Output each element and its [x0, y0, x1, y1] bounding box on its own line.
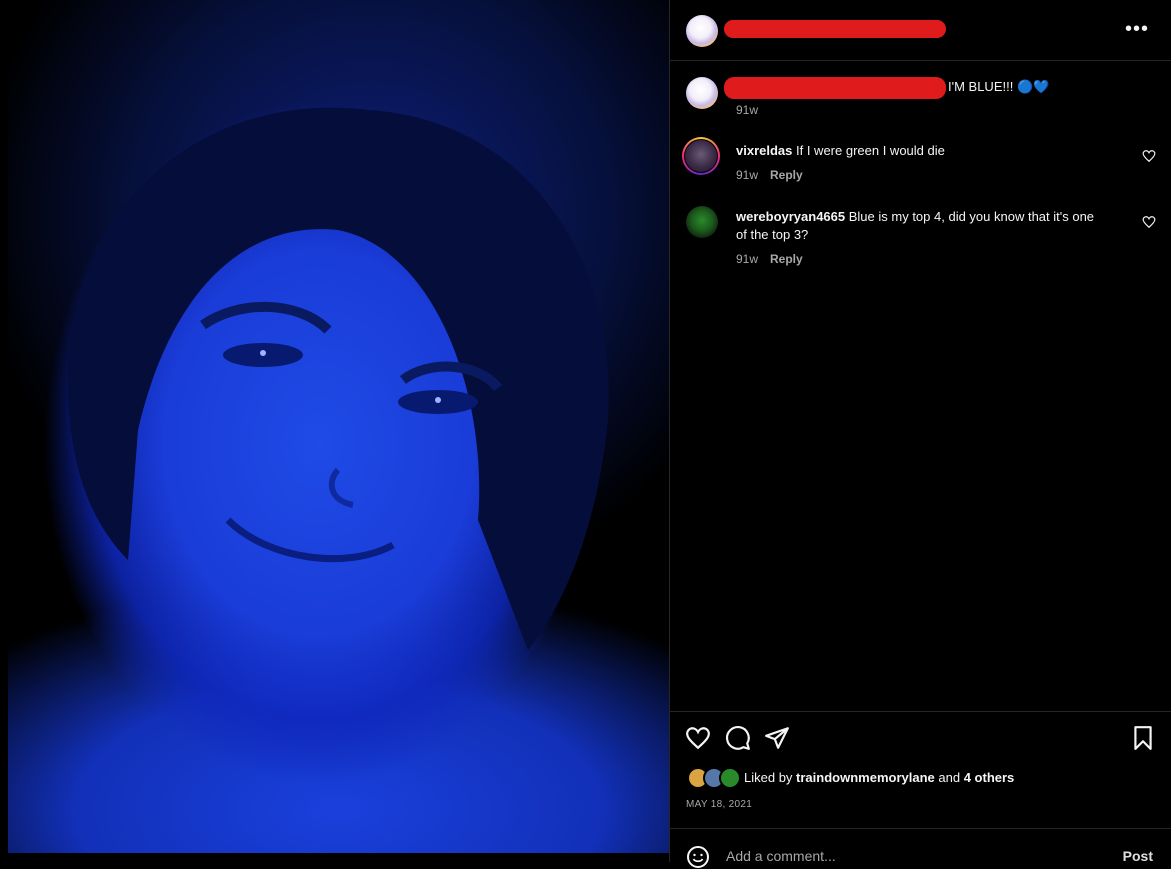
post-header: •••	[670, 0, 1171, 61]
post-photo[interactable]	[8, 0, 669, 853]
share-send-icon[interactable]	[764, 725, 790, 751]
photo-figure	[68, 107, 609, 651]
liker-avatar[interactable]	[719, 767, 741, 789]
comment-bubble-icon[interactable]	[725, 725, 751, 751]
comment-meta: 91w Reply	[736, 252, 803, 266]
author-avatar[interactable]	[686, 15, 718, 47]
caption-avatar[interactable]	[686, 77, 718, 109]
reply-button[interactable]: Reply	[770, 168, 803, 182]
post-date[interactable]: MAY 18, 2021	[686, 799, 752, 810]
comment-meta: 91w Reply	[736, 168, 803, 182]
liked-by-others[interactable]: 4 others	[964, 770, 1015, 785]
bookmark-icon[interactable]	[1130, 725, 1156, 751]
liked-by-and: and	[938, 770, 961, 785]
redacted-caption-username	[724, 77, 946, 99]
reply-button[interactable]: Reply	[770, 252, 803, 266]
comment-text-cont: of the top 3?	[736, 227, 809, 242]
comment-text: If I were green I would die	[796, 143, 945, 158]
comment-item: wereboyryan4665 Blue is my top 4, did yo…	[736, 208, 1136, 244]
liked-by-user[interactable]: traindownmemorylane	[796, 770, 935, 785]
comment-avatar[interactable]	[685, 140, 717, 172]
comment-avatar[interactable]	[686, 206, 718, 238]
redacted-username	[724, 20, 946, 38]
action-bar	[670, 711, 1171, 712]
comment-item: vixreldas If I were green I would die	[736, 142, 1136, 160]
more-options-icon[interactable]: •••	[1125, 19, 1149, 39]
caption-time[interactable]: 91w	[736, 103, 758, 117]
like-heart-icon[interactable]	[685, 725, 711, 751]
likes-summary: Liked by traindownmemorylane and 4 other…	[744, 770, 1014, 785]
liked-by-label: Liked by	[744, 770, 793, 785]
comment-time[interactable]: 91w	[736, 252, 758, 266]
comment-time[interactable]: 91w	[736, 168, 758, 182]
comment-username[interactable]: vixreldas	[736, 143, 792, 158]
comment-username[interactable]: wereboyryan4665	[736, 209, 845, 224]
like-comment-heart-icon[interactable]	[1142, 215, 1156, 229]
caption-text: I'M BLUE!!! 🔵💙	[948, 79, 1050, 94]
comment-text: Blue is my top 4, did you know that it's…	[848, 209, 1095, 224]
emoji-icon[interactable]	[686, 845, 710, 869]
like-comment-heart-icon[interactable]	[1142, 149, 1156, 163]
comment-box: Add a comment... Post	[670, 828, 1171, 868]
comments-panel: ••• I'M BLUE!!! 🔵💙 91w vixreldas If I we…	[670, 0, 1171, 868]
